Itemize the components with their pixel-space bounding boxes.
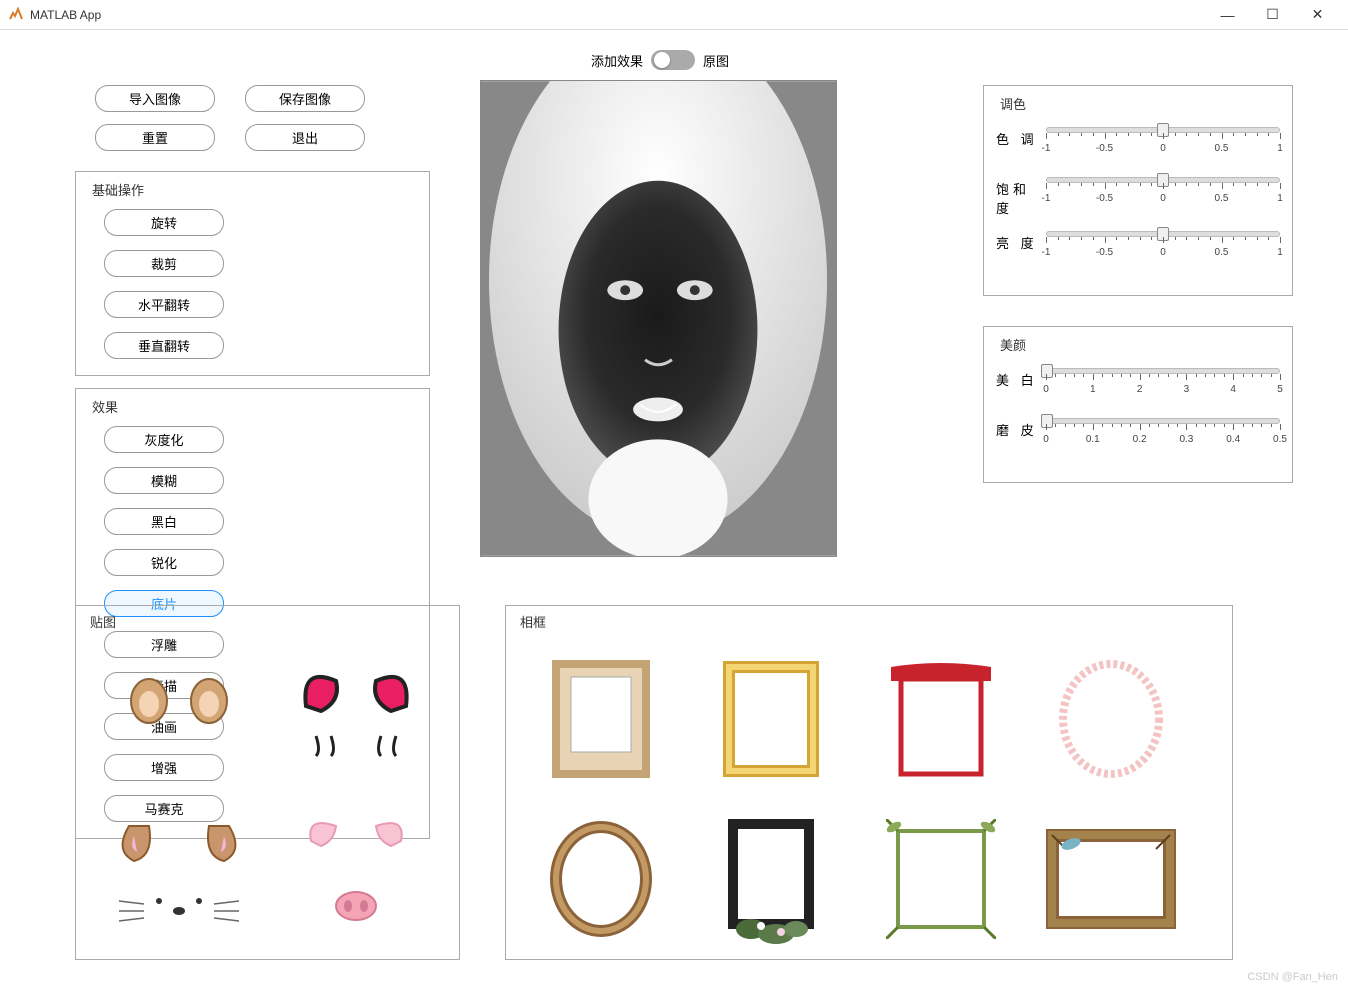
frame-frame-bronze-oval[interactable] <box>536 811 666 946</box>
color-adjust-panel: 调色 色 调 -1-0.500.51 饱和度 -1-0.500.51 亮 度 -… <box>983 85 1293 296</box>
sticker-dog-ears[interactable] <box>102 801 257 941</box>
frame-frame-red-chinese[interactable] <box>876 651 1006 786</box>
frame-frame-pink-oval[interactable] <box>1046 651 1176 786</box>
sticker-cat-ears-1[interactable] <box>102 651 257 791</box>
whiten-slider-row: 美 白 012345 <box>996 368 1280 404</box>
toggle-left-label: 添加效果 <box>591 51 643 70</box>
vflip-button[interactable]: 垂直翻转 <box>104 332 224 359</box>
window-title: MATLAB App <box>30 8 1205 22</box>
beauty-title: 美颜 <box>996 335 1280 354</box>
sticker-pig-ears-nose[interactable] <box>278 801 433 941</box>
frames-panel: 相框 <box>505 605 1233 960</box>
save-button[interactable]: 保存图像 <box>245 85 365 112</box>
whiten-label: 美 白 <box>996 368 1046 389</box>
basic-ops-panel: 基础操作 旋转 裁剪 水平翻转 垂直翻转 <box>75 171 430 376</box>
hflip-button[interactable]: 水平翻转 <box>104 291 224 318</box>
main-image <box>480 80 837 557</box>
basic-ops-title: 基础操作 <box>88 180 417 199</box>
grayscale-button[interactable]: 灰度化 <box>104 426 224 453</box>
top-buttons: 导入图像 保存图像 重置 退出 <box>75 85 430 151</box>
reset-button[interactable]: 重置 <box>95 124 215 151</box>
sticker-cat-ears-2[interactable] <box>278 651 433 791</box>
matlab-icon <box>8 7 24 23</box>
app-body: 导入图像 保存图像 重置 退出 基础操作 旋转 裁剪 水平翻转 垂直翻转 效果 … <box>0 30 1348 988</box>
watermark: CSDN @Fan_Hen <box>1247 971 1338 983</box>
stickers-title: 贴图 <box>86 612 449 631</box>
sharpen-button[interactable]: 锐化 <box>104 549 224 576</box>
frame-frame-black-ornate[interactable] <box>706 811 836 946</box>
color-title: 调色 <box>996 94 1280 113</box>
frame-frame-classic-beige[interactable] <box>536 651 666 786</box>
crop-button[interactable]: 裁剪 <box>104 250 224 277</box>
maximize-button[interactable]: ☐ <box>1250 0 1295 29</box>
stickers-panel: 贴图 <box>75 605 460 960</box>
saturation-slider-row: 饱和度 -1-0.500.51 <box>996 177 1280 217</box>
frame-frame-wood-brown[interactable] <box>1046 811 1176 946</box>
smooth-label: 磨 皮 <box>996 418 1046 439</box>
right-column: 调色 色 调 -1-0.500.51 饱和度 -1-0.500.51 亮 度 -… <box>983 85 1293 513</box>
rotate-button[interactable]: 旋转 <box>104 209 224 236</box>
beauty-panel: 美颜 美 白 012345 磨 皮 00.10.20.30.40.5 <box>983 326 1293 483</box>
toggle-right-label: 原图 <box>703 51 729 70</box>
minimize-button[interactable]: — <box>1205 0 1250 29</box>
bw-button[interactable]: 黑白 <box>104 508 224 535</box>
hue-slider-row: 色 调 -1-0.500.51 <box>996 127 1280 163</box>
center-column: 添加效果 原图 <box>480 50 840 557</box>
titlebar: MATLAB App — ☐ ✕ <box>0 0 1348 30</box>
blur-button[interactable]: 模糊 <box>104 467 224 494</box>
exit-button[interactable]: 退出 <box>245 124 365 151</box>
brightness-label: 亮 度 <box>996 231 1046 252</box>
effects-title: 效果 <box>88 397 417 416</box>
brightness-slider-row: 亮 度 -1-0.500.51 <box>996 231 1280 267</box>
close-button[interactable]: ✕ <box>1295 0 1340 29</box>
frame-frame-bamboo[interactable] <box>876 811 1006 946</box>
smooth-slider-row: 磨 皮 00.10.20.30.40.5 <box>996 418 1280 454</box>
effect-toggle[interactable] <box>651 50 695 70</box>
frames-title: 相框 <box>516 612 1222 631</box>
toggle-row: 添加效果 原图 <box>480 50 840 70</box>
import-button[interactable]: 导入图像 <box>95 85 215 112</box>
frame-frame-gold-ornate[interactable] <box>706 651 836 786</box>
saturation-label: 饱和度 <box>996 177 1046 217</box>
hue-label: 色 调 <box>996 127 1046 148</box>
